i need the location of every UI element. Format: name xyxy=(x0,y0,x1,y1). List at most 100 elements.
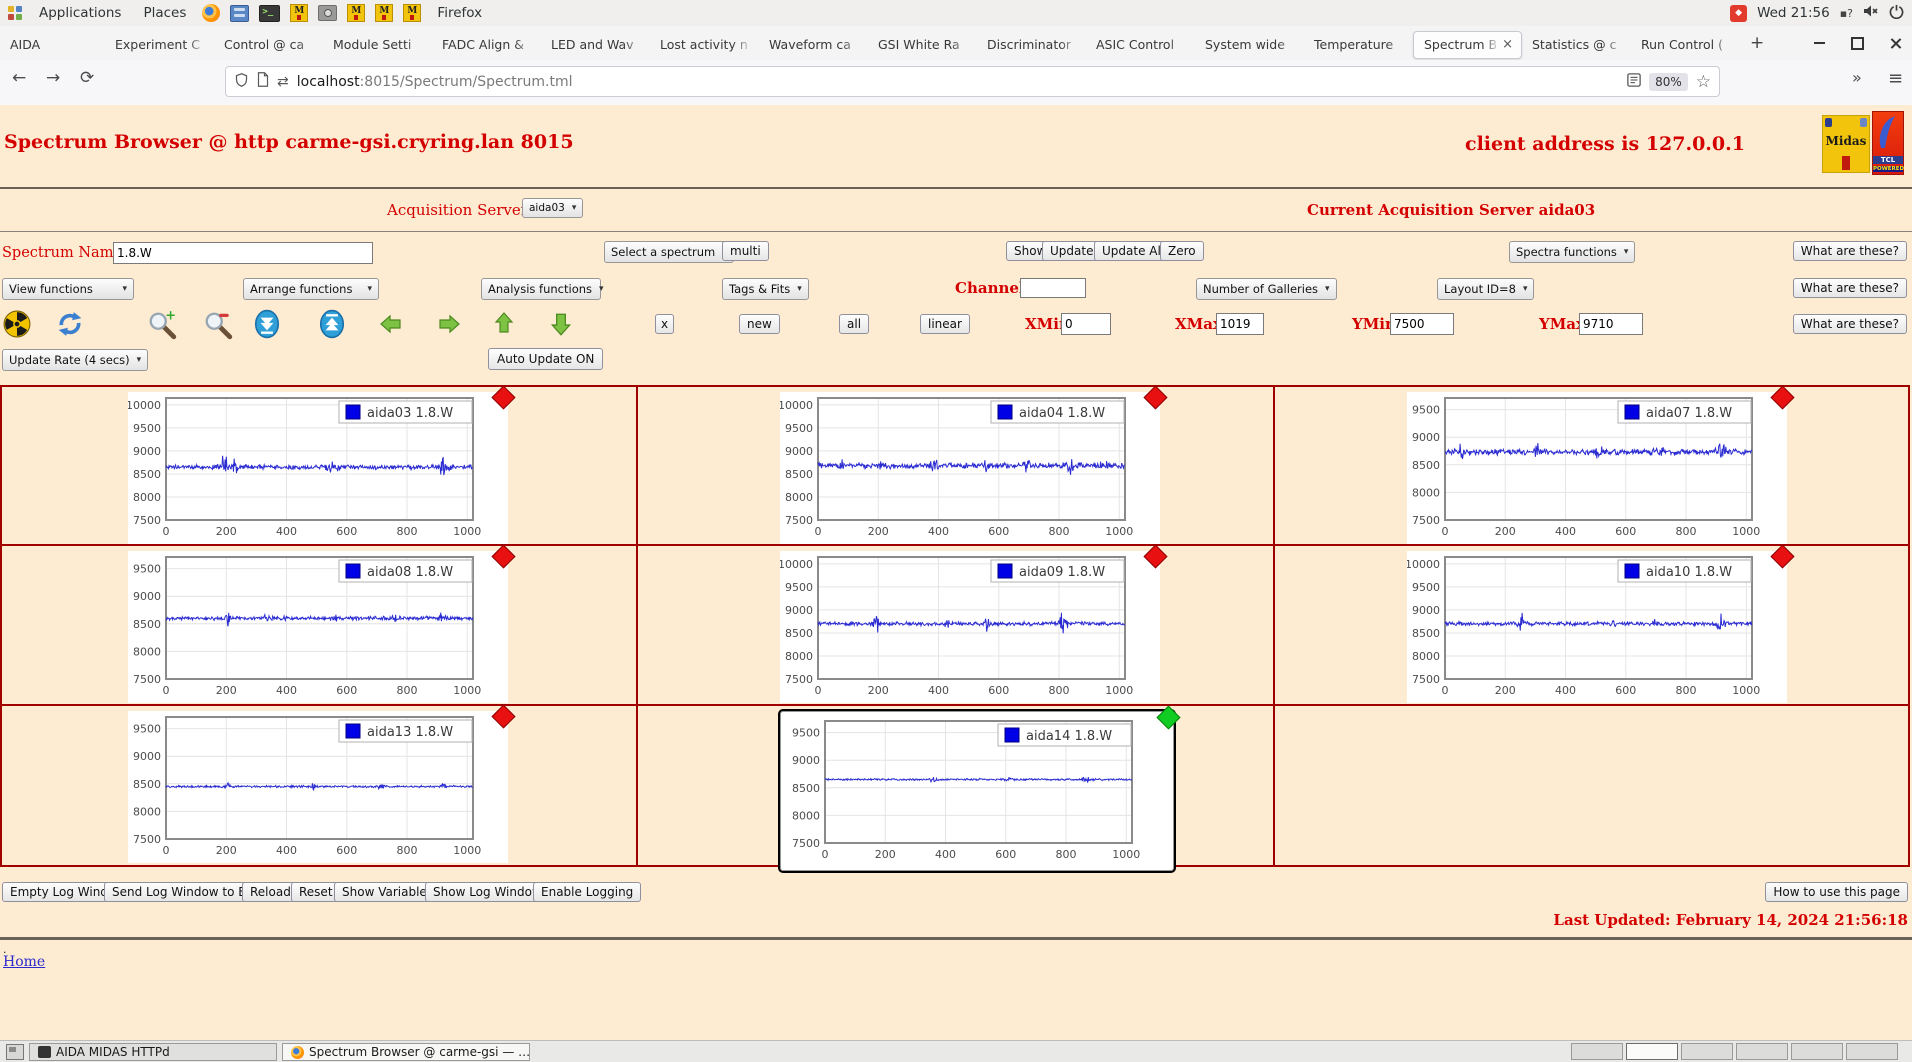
spectra-functions-select[interactable]: Spectra functions ▾ xyxy=(1509,241,1636,263)
tracking-shield-icon[interactable] xyxy=(234,72,249,92)
connection-icon[interactable]: ⇄ xyxy=(277,74,289,90)
x-button[interactable]: x xyxy=(655,314,675,334)
home-link[interactable]: Home xyxy=(3,954,45,970)
back-button[interactable]: ← xyxy=(12,68,26,88)
expand-vertical-icon[interactable] xyxy=(319,309,349,339)
what-are-these-button[interactable]: What are these? xyxy=(1792,314,1907,334)
zoom-in-icon[interactable]: + xyxy=(147,309,177,340)
task-spectrum-browser[interactable]: Spectrum Browser @ carme-gsi — … xyxy=(282,1043,530,1061)
clock[interactable]: Wed 21:56 xyxy=(1757,5,1830,21)
channel-input[interactable] xyxy=(1020,278,1086,298)
workspace-button[interactable] xyxy=(1736,1043,1788,1060)
window-close-button[interactable] xyxy=(1890,37,1902,49)
workspace-button[interactable] xyxy=(1681,1043,1733,1060)
tab-waveform-capture[interactable]: Waveform ca xyxy=(759,31,868,59)
spectrum-plot-aida14[interactable]: 0 200 400 600 800 1000 7500 8000 8500 9000 9500 aid… xyxy=(778,705,1181,873)
xmax-input[interactable] xyxy=(1216,313,1264,335)
tab-control[interactable]: Control @ ca xyxy=(214,31,323,59)
window-minimize-button[interactable] xyxy=(1814,42,1825,44)
refresh-icon[interactable] xyxy=(56,310,86,340)
spectrum-plot-aida08[interactable]: 0 200 400 600 800 1000 7500 8000 8500 9000 9500 aid… xyxy=(128,544,516,703)
arrow-left-icon[interactable] xyxy=(377,312,407,342)
spectrum-plot-aida10[interactable]: 0 200 400 600 800 1000 7500 8000 8500 9000 9500 100… xyxy=(1405,544,1795,703)
zero-button[interactable]: Zero xyxy=(1160,241,1204,261)
spectrum-plot-aida09[interactable]: 0 200 400 600 800 1000 7500 8000 8500 9000 9500 100… xyxy=(778,544,1168,703)
network-status-icon[interactable]: ▪? xyxy=(1840,7,1853,20)
multi-button[interactable]: multi xyxy=(722,241,769,261)
radiation-icon[interactable] xyxy=(3,310,33,340)
power-icon[interactable] xyxy=(1889,4,1904,23)
tab-aida[interactable]: AIDA xyxy=(0,31,105,59)
places-menu[interactable]: Places xyxy=(137,5,192,21)
what-are-these-button[interactable]: What are these? xyxy=(1792,241,1907,261)
reader-mode-icon[interactable] xyxy=(1627,72,1641,91)
tab-statistics[interactable]: Statistics @ c xyxy=(1522,31,1631,59)
zoom-indicator[interactable]: 80% xyxy=(1649,72,1688,91)
ymin-input[interactable] xyxy=(1390,313,1454,335)
tab-discriminator[interactable]: Discriminator xyxy=(977,31,1086,59)
tab-gsi-white-rabbit[interactable]: GSI White Ra xyxy=(868,31,977,59)
select-a-spectrum-select[interactable]: Select a spectrum▾ xyxy=(604,241,734,263)
ymax-input[interactable] xyxy=(1579,313,1643,335)
workspace-button[interactable] xyxy=(1846,1043,1898,1060)
midas-app-icon[interactable]: M xyxy=(290,4,309,22)
update-button[interactable]: Update xyxy=(1042,241,1102,261)
tab-run-control[interactable]: Run Control ( xyxy=(1631,31,1740,59)
forward-button[interactable]: → xyxy=(46,68,60,88)
tab-temperature[interactable]: Temperature xyxy=(1304,31,1413,59)
tab-asic-control[interactable]: ASIC Control xyxy=(1086,31,1195,59)
arrow-up-icon[interactable] xyxy=(492,309,522,339)
new-tab-button[interactable]: + xyxy=(1740,33,1774,53)
applications-menu[interactable]: Applications xyxy=(33,5,127,21)
spectrum-plot-aida13[interactable]: 0 200 400 600 800 1000 7500 8000 8500 9000 9500 aid… xyxy=(128,704,516,863)
tab-close-icon[interactable]: × xyxy=(1500,37,1515,52)
arrow-down-icon[interactable] xyxy=(548,309,578,339)
how-to-use-button[interactable]: How to use this page xyxy=(1765,882,1908,902)
spectrum-plot-aida04[interactable]: 0 200 400 600 800 1000 7500 8000 8500 9000 9500 100… xyxy=(778,385,1168,544)
reload-button[interactable]: ⟳ xyxy=(80,68,94,88)
arrow-right-icon[interactable] xyxy=(435,312,465,342)
tab-system-wide[interactable]: System wide xyxy=(1195,31,1304,59)
linear-button[interactable]: linear xyxy=(920,314,970,334)
midas-app-icon[interactable]: M xyxy=(375,4,394,22)
workspace-button[interactable] xyxy=(1571,1043,1623,1060)
spectrum-plot-aida07[interactable]: 0 200 400 600 800 1000 7500 8000 8500 9000 9500 aid… xyxy=(1407,385,1795,544)
app-menu-icon[interactable]: ≡ xyxy=(1888,68,1903,89)
new-button[interactable]: new xyxy=(739,314,780,334)
tab-led-waveform[interactable]: LED and Wav xyxy=(541,31,650,59)
show-desktop-icon[interactable] xyxy=(6,1044,24,1060)
tab-lost-activity[interactable]: Lost activity n xyxy=(650,31,759,59)
workspace-button[interactable] xyxy=(1626,1043,1678,1060)
arrange-functions-select[interactable]: Arrange functions ▾ xyxy=(243,278,379,300)
url-bar[interactable]: ⇄ localhost:8015/Spectrum/Spectrum.tml 8… xyxy=(225,66,1720,97)
auto-update-button[interactable]: Auto Update ON xyxy=(488,348,604,370)
collapse-vertical-icon[interactable] xyxy=(254,309,284,339)
what-are-these-button[interactable]: What are these? xyxy=(1792,278,1907,298)
midas-app-icon[interactable]: M xyxy=(347,4,366,22)
update-rate-select[interactable]: Update Rate (4 secs) ▾ xyxy=(2,349,149,371)
number-of-galleries-select[interactable]: Number of Galleries ▾ xyxy=(1196,278,1337,300)
tab-fadc-align[interactable]: FADC Align & xyxy=(432,31,541,59)
notification-indicator-icon[interactable]: ◆ xyxy=(1730,4,1748,22)
show-log-window-button[interactable]: Show Log Window xyxy=(425,882,550,902)
analysis-functions-select[interactable]: Analysis functions ▾ xyxy=(481,278,604,300)
volume-muted-icon[interactable] xyxy=(1863,4,1879,22)
spectrum-plot-aida03[interactable]: 0 200 400 600 800 1000 7500 8000 8500 9000 9500 100… xyxy=(126,385,516,544)
zoom-out-icon[interactable] xyxy=(203,310,233,340)
bookmark-star-icon[interactable]: ☆ xyxy=(1696,72,1711,92)
overflow-menu-icon[interactable]: » xyxy=(1852,68,1862,87)
acquisition-servers-select[interactable]: aida03 ▾ xyxy=(522,198,584,218)
task-aida-midas-httpd[interactable]: AIDA MIDAS HTTPd xyxy=(29,1043,277,1061)
firefox-launcher-icon[interactable] xyxy=(202,4,221,22)
spectrum-name-input[interactable] xyxy=(113,242,373,264)
xmin-input[interactable] xyxy=(1061,313,1111,335)
page-info-icon[interactable] xyxy=(257,72,269,91)
screenshot-tool-icon[interactable] xyxy=(318,5,338,21)
tags-fits-select[interactable]: Tags & Fits ▾ xyxy=(722,278,809,300)
tab-module-settings[interactable]: Module Setti xyxy=(323,31,432,59)
layout-id-select[interactable]: Layout ID=8 ▾ xyxy=(1437,278,1535,300)
all-button[interactable]: all xyxy=(839,314,870,334)
window-maximize-button[interactable] xyxy=(1851,36,1864,50)
view-functions-select[interactable]: View functions ▾ xyxy=(2,278,134,300)
tab-experiment[interactable]: Experiment C xyxy=(105,31,214,59)
